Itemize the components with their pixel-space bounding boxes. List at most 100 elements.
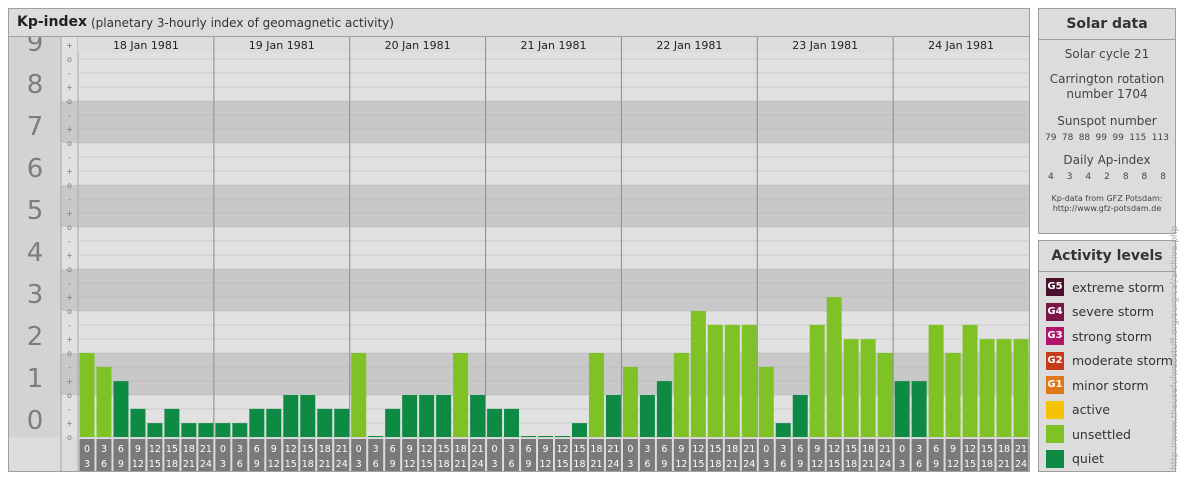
- legend-swatch: [1046, 425, 1064, 443]
- day-label: 24 Jan 1981: [928, 39, 994, 52]
- time-start-label: 18: [590, 444, 602, 455]
- legend-swatch: [1046, 400, 1064, 419]
- sunspot-value: 79: [1045, 133, 1057, 143]
- time-end-label: 24: [607, 459, 619, 470]
- time-end-label: 6: [916, 459, 922, 470]
- legend-item: G5 extreme storm: [1046, 277, 1164, 297]
- time-start-label: 18: [862, 444, 874, 455]
- time-end-label: 18: [302, 459, 314, 470]
- legend-swatch: [1046, 449, 1064, 468]
- grid-band: [61, 143, 1029, 185]
- grid-band: [61, 101, 1029, 143]
- time-end-label: 6: [780, 459, 786, 470]
- y-minor-tick-label: +: [66, 167, 73, 176]
- y-tick-label: 5: [27, 196, 44, 226]
- y-minor-tick-label: +: [66, 209, 73, 218]
- time-end-label: 18: [438, 459, 450, 470]
- legend-swatch: G5: [1046, 278, 1064, 296]
- time-end-label: 3: [492, 459, 498, 470]
- legend-item: G4 severe storm: [1046, 302, 1154, 322]
- y-minor-tick-label: +: [66, 335, 73, 344]
- sunspot-value: 115: [1129, 133, 1147, 143]
- y-minor-tick-label: +: [66, 419, 73, 428]
- y-minor-tick-label: o: [67, 223, 72, 232]
- y-minor-tick-label: -: [68, 279, 71, 288]
- time-end-label: 3: [356, 459, 362, 470]
- day-label: 18 Jan 1981: [113, 39, 179, 52]
- legend-item: G3 strong storm: [1046, 326, 1152, 346]
- time-start-label: 9: [950, 444, 956, 455]
- grid-band: [61, 227, 1029, 269]
- y-minor-tick-label: -: [68, 405, 71, 414]
- y-tick-label: 0: [27, 406, 44, 436]
- time-end-label: 6: [373, 459, 379, 470]
- time-start-label: 6: [390, 444, 396, 455]
- legend-item: G2 moderate storm: [1046, 351, 1173, 371]
- kp-bar: [945, 353, 961, 437]
- time-end-label: 24: [200, 459, 212, 470]
- legend-item: active: [1046, 400, 1110, 420]
- time-start-label: 9: [542, 444, 548, 455]
- kp-bar: [317, 408, 333, 437]
- y-minor-tick-label: o: [67, 139, 72, 148]
- time-start-label: 0: [356, 444, 362, 455]
- time-end-label: 9: [390, 459, 396, 470]
- y-minor-tick-label: -: [68, 111, 71, 120]
- time-start-label: 3: [101, 444, 107, 455]
- time-end-label: 12: [675, 459, 687, 470]
- time-end-label: 15: [692, 459, 704, 470]
- kp-bar: [911, 381, 927, 437]
- y-minor-tick-label: +: [66, 83, 73, 92]
- time-end-label: 9: [118, 459, 124, 470]
- credit-url: http://www.gfz-potsdam.de: [1052, 204, 1162, 213]
- kp-bar: [521, 436, 537, 437]
- kp-bar: [962, 324, 978, 437]
- carrington-rotation: Carrington rotation number 1704: [1049, 72, 1165, 101]
- time-start-label: 21: [1015, 444, 1027, 455]
- kp-bar: [792, 395, 808, 437]
- ap-value: 8: [1160, 172, 1166, 182]
- legend-label: severe storm: [1072, 304, 1154, 319]
- time-end-label: 6: [509, 459, 515, 470]
- ap-value: 8: [1141, 172, 1148, 182]
- time-start-label: 21: [200, 444, 212, 455]
- time-end-label: 9: [661, 459, 667, 470]
- legend-label: quiet: [1072, 451, 1104, 466]
- credit-source: Kp-data from GFZ Potsdam:: [1051, 194, 1163, 203]
- kp-bar: [198, 423, 214, 437]
- y-minor-tick-label: -: [68, 153, 71, 162]
- time-end-label: 3: [763, 459, 769, 470]
- kp-bar: [96, 366, 112, 437]
- kp-bar: [775, 423, 791, 437]
- kp-bar: [894, 381, 910, 437]
- time-start-label: 15: [981, 444, 993, 455]
- time-end-label: 21: [455, 459, 467, 470]
- day-label: 21 Jan 1981: [521, 39, 587, 52]
- time-start-label: 6: [661, 444, 667, 455]
- kp-bar: [266, 408, 282, 437]
- time-start-label: 15: [845, 444, 857, 455]
- kp-bar: [232, 423, 248, 437]
- y-tick-label: 2: [27, 322, 44, 352]
- legend-label: moderate storm: [1072, 353, 1173, 368]
- kp-bar: [843, 339, 859, 437]
- time-end-label: 24: [743, 459, 755, 470]
- activity-levels-panel: Activity levels G5 extreme storm G4 severe …: [1038, 240, 1176, 472]
- time-start-label: 12: [828, 444, 840, 455]
- y-minor-tick-label: o: [67, 349, 72, 358]
- time-start-label: 3: [373, 444, 379, 455]
- legend-label: unsettled: [1072, 426, 1131, 442]
- y-minor-tick-label: -: [68, 195, 71, 204]
- time-end-label: 12: [404, 459, 416, 470]
- sunspot-value: 88: [1078, 133, 1091, 143]
- time-end-label: 21: [319, 459, 331, 470]
- legend-item: unsettled: [1046, 424, 1131, 444]
- activity-levels-title: Activity levels: [1039, 241, 1175, 272]
- kp-chart-panel: 0 1 2 3 4 5 6 7 8 9 o + - o + - o + - o + - o + - o + - o + - o + - o + - o +1…: [8, 8, 1030, 472]
- kp-bar: [588, 353, 604, 437]
- time-end-label: 21: [590, 459, 602, 470]
- kp-bar: [538, 436, 553, 437]
- kp-bar: [487, 408, 503, 437]
- time-start-label: 9: [678, 444, 684, 455]
- time-start-label: 3: [780, 444, 786, 455]
